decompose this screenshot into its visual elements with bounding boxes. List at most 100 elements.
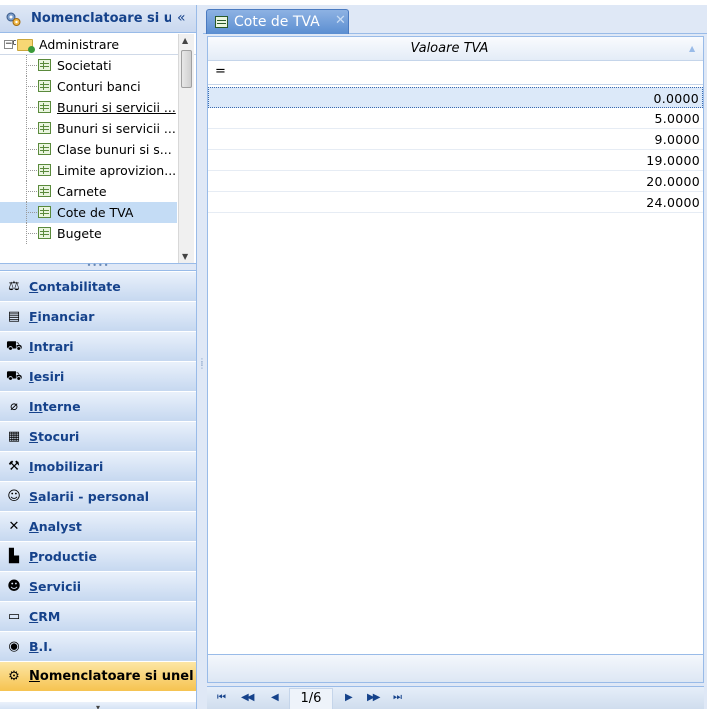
module-item[interactable]: ⌀ Interne (0, 392, 196, 422)
gears-icon (6, 12, 21, 26)
module-item[interactable]: ▤ Financiar (0, 302, 196, 332)
filter-operator[interactable]: = (215, 64, 226, 79)
filter-row: = (208, 61, 703, 85)
data-grid: Valoare TVA ▲ = 0.0000 5.0000 9.0000 19.000… (207, 36, 704, 683)
module-item[interactable]: ⚖ Contabilitate (0, 272, 196, 302)
module-item[interactable]: ▭ CRM (0, 602, 196, 632)
module-item[interactable]: ⛟ Intrari (0, 332, 196, 362)
module-label: Nomenclatoare si unel (29, 669, 194, 684)
grid-icon (38, 122, 51, 134)
module-label: B.I. (29, 639, 53, 654)
tree-node[interactable]: Bunuri si servicii ... (0, 118, 177, 139)
grid-icon (38, 143, 51, 155)
module-label: Interne (29, 399, 81, 414)
cell-valoare-tva: 0.0000 (653, 91, 699, 106)
table-row[interactable]: 19.0000 (208, 150, 703, 171)
module-item[interactable]: ⚙ Nomenclatoare si unel (0, 662, 196, 692)
tree-node-label: Bugete (57, 226, 102, 241)
module-label: Financiar (29, 309, 95, 324)
service-person-icon: ☻ (7, 579, 21, 594)
module-label: Iesiri (29, 369, 65, 384)
balance-scale-icon: ⚖ (8, 279, 20, 294)
tab-cote-de-tva[interactable]: Cote de TVA ✕ (206, 9, 349, 34)
cell-valoare-tva: 24.0000 (646, 195, 700, 210)
factory-icon: ▙ (9, 549, 19, 564)
module-item[interactable]: ⛟ Iesiri (0, 362, 196, 392)
last-page-button[interactable]: ⏭ (393, 692, 402, 703)
next-block-button[interactable]: ▶▶ (367, 692, 380, 703)
module-label: Stocuri (29, 429, 80, 444)
cell-valoare-tva: 19.0000 (646, 153, 700, 168)
table-row[interactable]: 9.0000 (208, 129, 703, 150)
tab-label: Cote de TVA (234, 14, 320, 30)
tree-line (26, 65, 37, 66)
tree-node[interactable]: Cote de TVA (0, 202, 177, 223)
cell-valoare-tva: 9.0000 (654, 132, 700, 147)
tree-node-label: Bunuri si servicii ... (57, 100, 176, 115)
grid-rows: 0.0000 5.0000 9.0000 19.0000 20.0000 24.0000 (208, 87, 703, 213)
scroll-down-icon[interactable]: ▼ (182, 252, 188, 261)
next-page-button[interactable]: ▶ (345, 692, 353, 703)
panel-title: Nomenclatoare si u (31, 11, 171, 26)
tree-line (26, 149, 37, 150)
previous-page-button[interactable]: ◀ (271, 692, 279, 703)
page-indicator: 1/6 (289, 688, 333, 709)
module-list: ⚖ Contabilitate ▤ Financiar ⛟ Intrari ⛟ Iesiri ⌀… (0, 272, 196, 692)
sort-icon[interactable]: ▲ (689, 44, 695, 53)
scroll-thumb[interactable] (181, 50, 192, 88)
menu-tree: − Administrare Societati Conturi banci Bun… (0, 34, 196, 263)
module-label: Contabilitate (29, 279, 121, 294)
close-tab-icon[interactable]: ✕ (335, 13, 346, 28)
tree-node[interactable]: Bunuri si servicii ... (0, 97, 177, 118)
tree-node-administrare[interactable]: − Administrare (0, 34, 177, 55)
module-item[interactable]: ☻ Servicii (0, 572, 196, 602)
tree-node-label: Administrare (39, 37, 120, 52)
panel-splitter[interactable]: •••• (0, 262, 196, 271)
column-header-valoare-tva[interactable]: Valoare TVA (208, 41, 691, 56)
truck-out-icon: ⛟ (6, 369, 23, 384)
paperclip-icon: ⌀ (10, 399, 18, 414)
scroll-up-icon[interactable]: ▲ (182, 36, 188, 45)
grid-icon (38, 185, 51, 197)
tree-node[interactable]: Conturi banci (0, 76, 177, 97)
first-page-button[interactable]: ⏮ (217, 692, 226, 703)
tree-line (26, 128, 37, 129)
module-item[interactable]: ◉ B.I. (0, 632, 196, 662)
collapse-icon[interactable]: − (4, 40, 13, 49)
tree-scrollbar[interactable]: ▲ ▼ (178, 34, 194, 263)
module-item[interactable]: ✕ Analyst (0, 512, 196, 542)
content-area: Cote de TVA ✕ Valoare TVA ▲ = 0.0000 5.00… (203, 5, 707, 709)
previous-block-button[interactable]: ◀◀ (241, 692, 254, 703)
table-row[interactable]: 24.0000 (208, 192, 703, 213)
module-item[interactable]: ▙ Productie (0, 542, 196, 572)
tree-node[interactable]: Bugete (0, 223, 177, 244)
module-label: Servicii (29, 579, 82, 594)
filter-input[interactable] (230, 64, 690, 82)
table-row[interactable]: 20.0000 (208, 171, 703, 192)
tree-node-label: Clase bunuri si s... (57, 142, 172, 157)
grid-icon (38, 206, 51, 218)
finance-icon: ▤ (7, 309, 21, 324)
module-label: Intrari (29, 339, 74, 354)
tree-line (26, 212, 37, 213)
more-modules-button[interactable]: ▾ (0, 702, 196, 709)
grid-icon (38, 59, 51, 71)
module-label: Productie (29, 549, 97, 564)
table-row[interactable]: 5.0000 (208, 108, 703, 129)
grid-icon (38, 227, 51, 239)
drill-icon: ⚒ (8, 459, 20, 474)
table-row[interactable]: 0.0000 (208, 87, 703, 108)
navigation-panel: Nomenclatoare si u « ABC − Administrare … (0, 5, 197, 709)
truck-in-icon: ⛟ (6, 339, 23, 354)
tree-node[interactable]: Limite aprovizion... (0, 160, 177, 181)
collapse-panel-button[interactable]: « (177, 10, 186, 26)
grid-icon (38, 80, 51, 92)
analyst-icon: ✕ (8, 519, 20, 534)
tree-node[interactable]: Clase bunuri si s... (0, 139, 177, 160)
module-item[interactable]: ▦ Stocuri (0, 422, 196, 452)
module-item[interactable]: ⚒ Imobilizari (0, 452, 196, 482)
module-label: Imobilizari (29, 459, 104, 474)
tree-node[interactable]: Societati (0, 55, 177, 76)
tree-node[interactable]: Carnete (0, 181, 177, 202)
module-item[interactable]: ☺ Salarii - personal (0, 482, 196, 512)
